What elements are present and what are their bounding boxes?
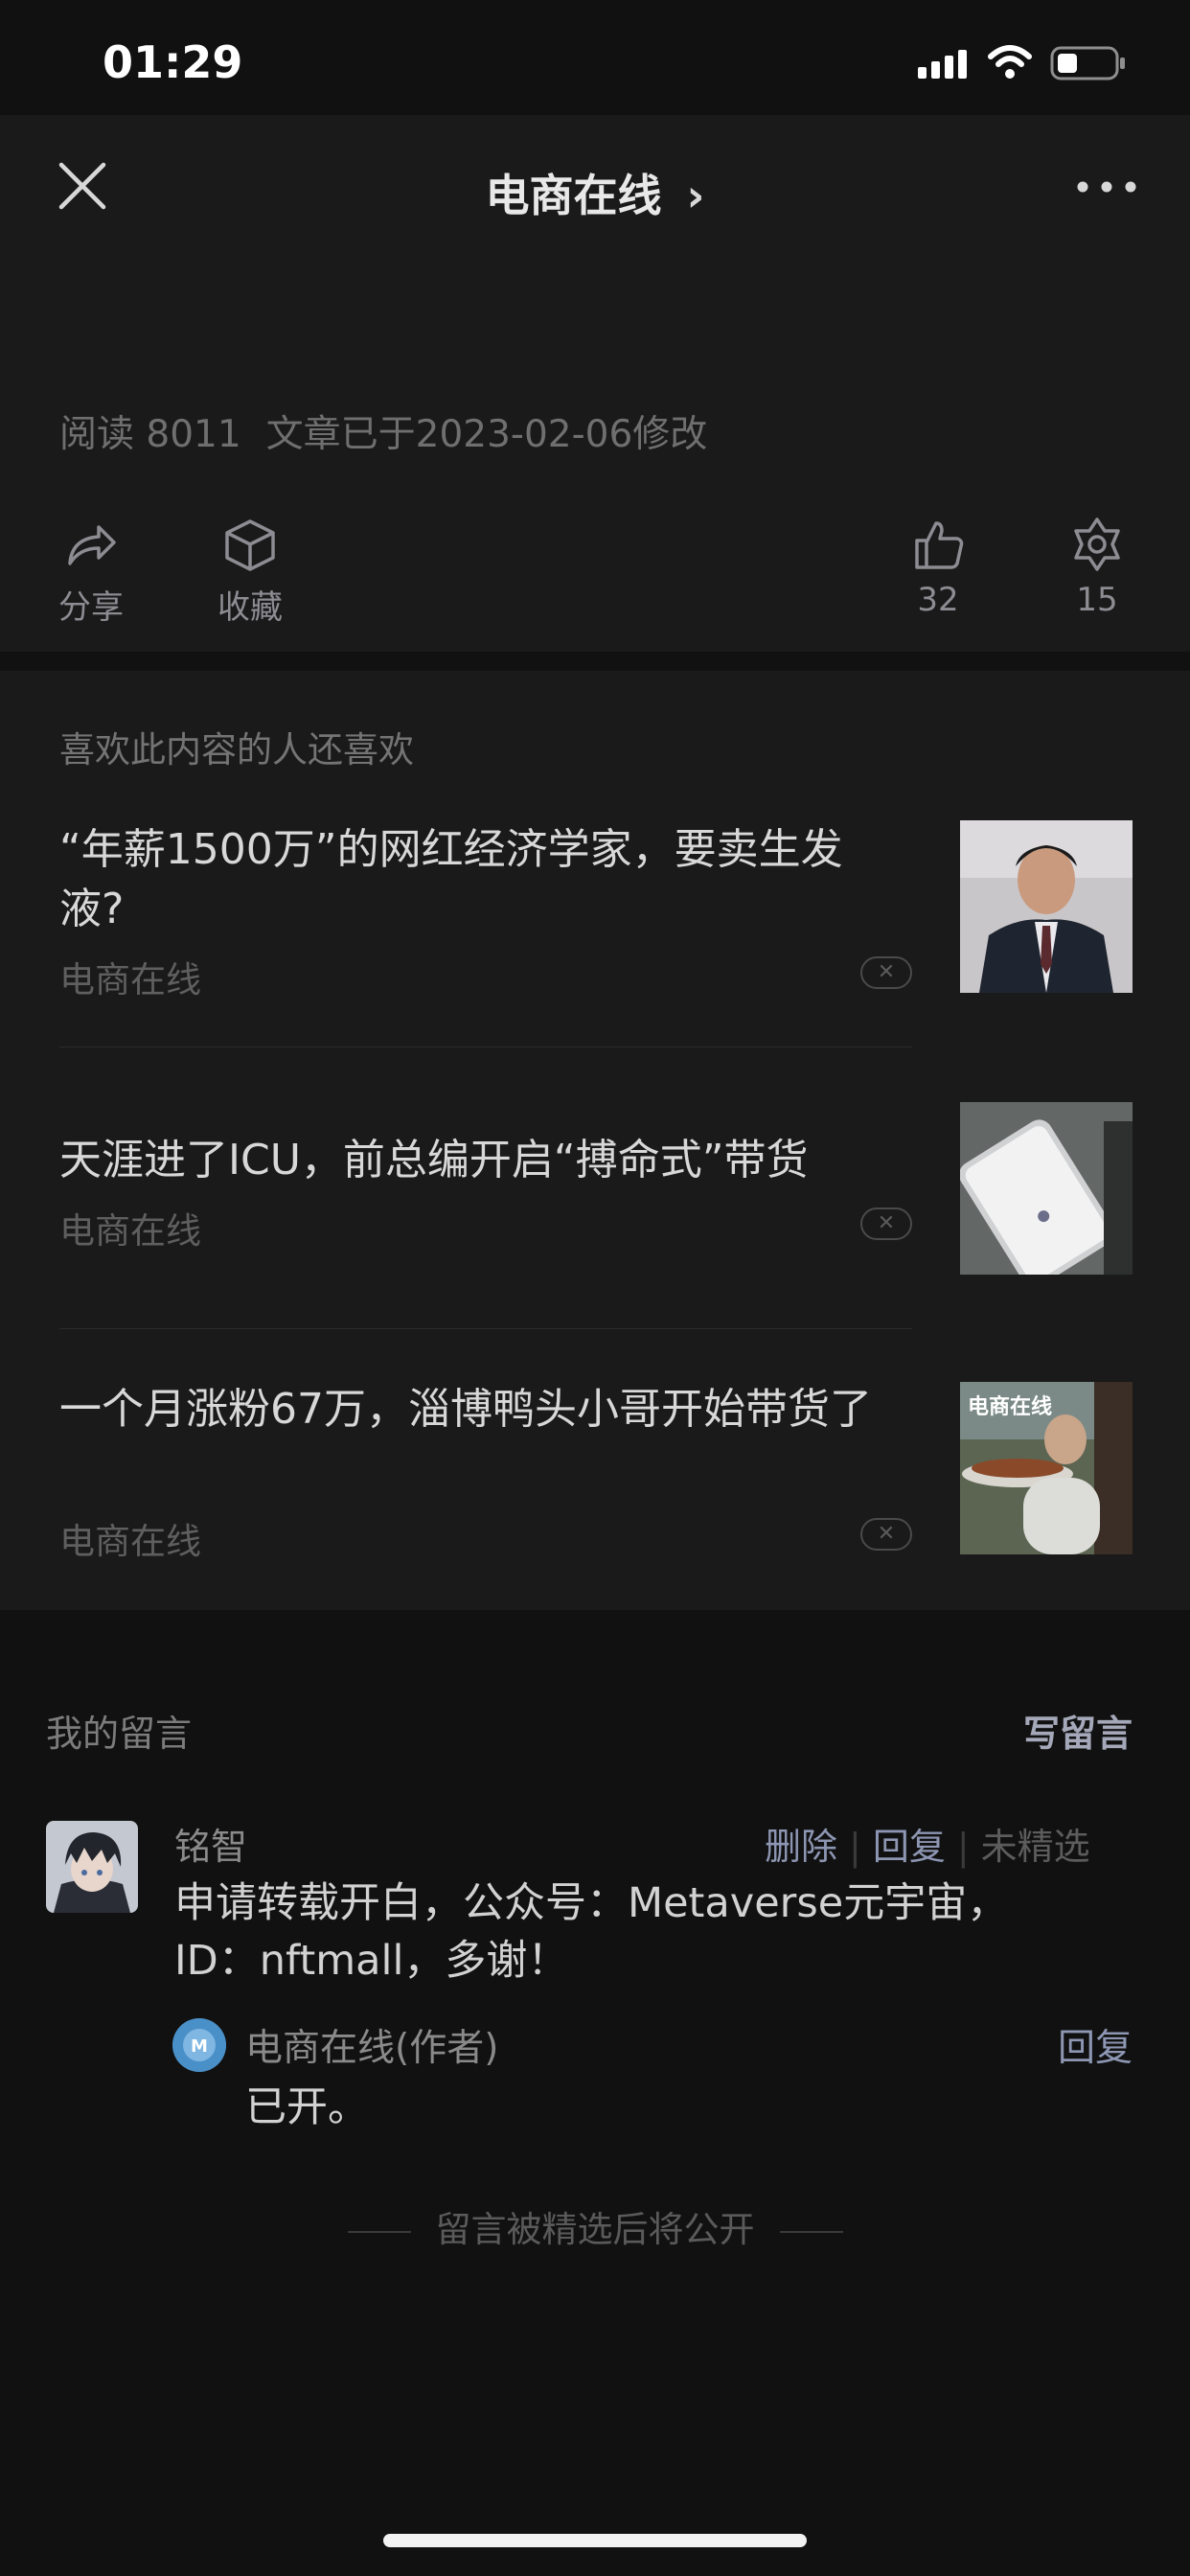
write-comment-button[interactable]: 写留言 bbox=[1023, 1704, 1133, 1757]
rec-divider bbox=[59, 1328, 912, 1329]
like-count: 32 bbox=[917, 581, 959, 619]
rec-item-source: 电商在线 bbox=[59, 1521, 201, 1562]
featured-note-text: 留言被精选后将公开 bbox=[435, 2209, 755, 2250]
wow-button[interactable]: 15 bbox=[1054, 516, 1140, 619]
battery-icon bbox=[1050, 46, 1125, 80]
signal-icon bbox=[918, 50, 967, 79]
action-separator: | bbox=[849, 1826, 861, 1868]
thumbs-up-icon bbox=[915, 521, 964, 569]
dismiss-icon[interactable]: ✕ bbox=[860, 956, 912, 989]
author-reply-text: 已开。 bbox=[245, 2083, 369, 2131]
author-name: 电商在线(作者) bbox=[245, 2027, 499, 2070]
delete-comment-button[interactable]: 删除 bbox=[765, 1826, 837, 1868]
rec-thumbnail-man-in-suit[interactable] bbox=[960, 820, 1133, 993]
account-title-text: 电商在线 bbox=[485, 170, 662, 221]
share-button[interactable]: 分享 bbox=[48, 516, 134, 628]
rec-item-title[interactable]: 天涯进了ICU，前总编开启“搏命式”带货 bbox=[59, 1131, 903, 1190]
rec-item-source: 电商在线 bbox=[59, 959, 201, 1000]
status-time: 01:29 bbox=[103, 36, 243, 88]
collect-label: 收藏 bbox=[217, 588, 283, 627]
author-reply-button[interactable]: 回复 bbox=[1058, 2018, 1133, 2072]
reply-comment-button[interactable]: 回复 bbox=[873, 1826, 946, 1868]
thumbnail-caption: 电商在线 bbox=[968, 1395, 1053, 1419]
divider-line bbox=[347, 2230, 411, 2233]
action-separator: | bbox=[956, 1826, 970, 1868]
like-button[interactable]: 32 bbox=[895, 516, 981, 619]
divider-line bbox=[779, 2230, 843, 2233]
chevron-right-icon: › bbox=[686, 170, 705, 221]
modified-date: 文章已于2023-02-06修改 bbox=[265, 413, 708, 456]
author-avatar: M bbox=[172, 2018, 226, 2072]
share-label: 分享 bbox=[58, 588, 124, 627]
commenter-name: 铭智 bbox=[174, 1826, 248, 1868]
close-icon[interactable] bbox=[54, 157, 111, 215]
account-title[interactable]: 电商在线 › bbox=[402, 161, 788, 224]
rec-thumbnail-phone[interactable] bbox=[960, 1102, 1133, 1275]
svg-text:M: M bbox=[191, 2036, 208, 2057]
comment-text: 申请转载开白，公众号：Metaverse元宇宙，ID：nftmall，多谢！ bbox=[174, 1879, 1009, 1985]
flower-icon bbox=[1074, 518, 1120, 571]
rec-item-source: 电商在线 bbox=[59, 1210, 201, 1252]
dismiss-icon[interactable]: ✕ bbox=[860, 1518, 912, 1551]
my-comments-heading: 我的留言 bbox=[46, 1713, 193, 1755]
recommendations-heading: 喜欢此内容的人还喜欢 bbox=[59, 729, 414, 770]
article-meta: 阅读 8011 文章已于2023-02-06修改 bbox=[59, 404, 732, 458]
rec-thumbnail-food-vendor[interactable]: 电商在线 bbox=[960, 1382, 1133, 1554]
rec-divider bbox=[59, 1046, 912, 1047]
featured-note: 留言被精选后将公开 bbox=[0, 2200, 1190, 2252]
featured-status: 未精选 bbox=[980, 1826, 1090, 1868]
cube-icon bbox=[225, 519, 275, 571]
share-icon bbox=[68, 525, 116, 565]
read-count: 阅读 8011 bbox=[59, 413, 241, 456]
comment-actions: 删除 | 回复 | 未精选 bbox=[765, 1817, 1090, 1870]
home-indicator[interactable] bbox=[383, 2534, 807, 2547]
more-icon[interactable] bbox=[1073, 172, 1140, 201]
rec-item-title[interactable]: 一个月涨粉67万，淄博鸭头小哥开始带货了 bbox=[59, 1380, 903, 1439]
avatar bbox=[46, 1821, 138, 1913]
wifi-icon bbox=[988, 45, 1032, 79]
rec-item-title[interactable]: “年薪1500万”的网红经济学家，要卖生发液? bbox=[59, 820, 903, 939]
collect-button[interactable]: 收藏 bbox=[207, 516, 293, 628]
wow-count: 15 bbox=[1076, 581, 1118, 619]
dismiss-icon[interactable]: ✕ bbox=[860, 1208, 912, 1240]
